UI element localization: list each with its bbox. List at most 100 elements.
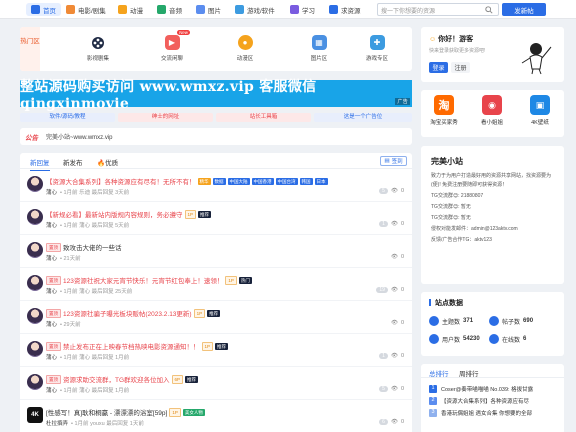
thread-title[interactable]: 123资源社祝大家元宵节快乐！元宵节红包奉上！速领！ — [63, 275, 223, 285]
thread-row[interactable]: 【新规必看】最新站内版规内容规则，务必遵守 1P 推荐 蒲心 • 1月前 蒲心 最后回复… — [20, 204, 412, 235]
tab-rank-total[interactable]: 总排行 — [429, 368, 449, 378]
tab-new-post[interactable]: 新发布 — [63, 157, 83, 167]
thread-row[interactable]: 【资源大合集系列】各种资源应有尽有！无所不有！ 精华 数据 中国大陆 中国香港 中国台湾韩… — [20, 171, 412, 202]
nav-request[interactable]: 求资源 — [329, 3, 361, 16]
thread-last-user[interactable]: youxu — [90, 421, 106, 427]
thread-last-user[interactable]: 蒲心 — [79, 388, 92, 394]
zone-game[interactable]: ✚ 游戏专区 — [352, 35, 402, 62]
side-ad-girls[interactable]: ◉ 看小姐姐 — [477, 95, 507, 126]
tag-link-gentleman[interactable]: 绅士的网址 — [118, 113, 213, 122]
greeting-sub: 快来登录获取更多资源吧! — [429, 48, 486, 54]
new-post-button[interactable]: 发新帖 — [502, 3, 546, 16]
thread-author[interactable]: 蒲心 — [46, 256, 57, 262]
zone-chat[interactable]: New ▶ 交流闲聊 — [147, 30, 197, 62]
thread-stats: 5 👁 0 — [379, 188, 404, 194]
thread-last-user[interactable]: 蒲心 — [79, 223, 92, 229]
zone-picture[interactable]: ▦ 图片区 — [294, 35, 344, 62]
nav-games[interactable]: 游戏/软件 — [235, 3, 275, 16]
avatar[interactable] — [27, 341, 43, 357]
thread-title[interactable]: 资源求助交流群，TG群欢迎各位加入 — [63, 374, 170, 384]
thread-title-row[interactable]: 【新规必看】最新站内版规内容规则，务必遵守 1P 推荐 — [46, 209, 212, 219]
thread-author[interactable]: 蒲心 — [46, 355, 57, 361]
thread-author[interactable]: 蒲心 — [46, 289, 57, 295]
tag-link-tools[interactable]: 站长工具箱 — [216, 113, 311, 122]
thread-title-row[interactable]: 置顶 致攻击大佬的一些话 — [46, 242, 122, 252]
side-ad-taobao[interactable]: 淘 淘宝买家秀 — [429, 95, 459, 126]
register-button[interactable]: 注册 — [451, 62, 470, 73]
thread-title-row[interactable]: 置顶 资源求助交流群，TG群欢迎各位加入 6P 推荐 — [46, 374, 199, 384]
search-button[interactable] — [478, 3, 500, 16]
side-ads-card: 淘 淘宝买家秀 ◉ 看小姐姐 ▣ 4K壁纸 — [421, 90, 564, 137]
thread-badge: 推荐 — [198, 210, 212, 218]
thread-badge: 美女人物 — [182, 408, 205, 416]
nav-movies[interactable]: 电影/剧集 — [66, 3, 106, 16]
thread-title-row[interactable]: 置顶 禁止发布正在上映春节档热映电影资源通知！！ 1P 推荐 — [46, 341, 229, 351]
thread-author[interactable]: 蒲心 — [46, 388, 57, 394]
avatar[interactable] — [27, 242, 43, 258]
thread-row[interactable]: 置顶 致攻击大佬的一些话 蒲心 • 21天前 👁 0 — [20, 237, 412, 268]
ad-banner[interactable]: 整站源码购买访问 www.wmxz.vip 客服微信 qingxinmovie … — [20, 79, 412, 112]
thread-last-user[interactable]: 蒲心 — [79, 355, 92, 361]
thread-last-time: 最后回复 1天前 — [106, 421, 144, 427]
thread-row[interactable]: 4K [性感写！真]耿和桐赢 - 漂漂漂的浴室[59p] 1P 美女人物 杜拉撰弄 • 1… — [20, 402, 412, 432]
thread-author[interactable]: 蒲心 — [46, 223, 57, 229]
thread-last-time: 最后回复 3天前 — [91, 190, 130, 196]
thread-title[interactable]: 致攻击大佬的一些话 — [63, 242, 122, 252]
home-icon — [31, 5, 40, 14]
nav-home-label: 首页 — [43, 7, 56, 15]
nav-anime[interactable]: 动漫 — [118, 3, 143, 16]
about-card: 完美小站 致力于为用户打造最好用的资源共享网站，找资源要为(便)! 免费注册要随… — [421, 146, 564, 284]
side-ad-taobao-label: 淘宝买家秀 — [430, 120, 458, 126]
tag-link-ad[interactable]: 这是一个广告位 — [314, 113, 412, 122]
zone-anime[interactable]: ● 动漫区 — [220, 35, 270, 62]
thread-last-user[interactable]: 蒲心 — [79, 289, 92, 295]
thread-title[interactable]: 【新规必看】最新站内版规内容规则，务必遵守 — [46, 209, 183, 219]
thread-author[interactable]: 蒲心 — [46, 190, 57, 196]
tab-new-reply[interactable]: 新回复 — [30, 157, 50, 171]
rank-item[interactable]: 1 Coser@奏带喵喵喵 No.039: 格拔甘露 — [429, 385, 533, 393]
thread-title[interactable]: 禁止发布正在上映春节档热映电影资源通知！！ — [63, 341, 200, 351]
rank-item[interactable]: 3 香港玩偶姐姐 遇女合集 你想要的全部 — [429, 409, 532, 417]
nav-images-label: 图片 — [208, 7, 221, 15]
tag-link-software[interactable]: 软件/源码/教程 — [20, 113, 115, 122]
thread-title[interactable]: 123资源社骗子曝光板块贩帖(2023.2.13更新) — [63, 308, 192, 318]
rank-number: 1 — [429, 385, 437, 393]
signin-button[interactable]: ▤ 签到 — [380, 156, 407, 166]
thread-row[interactable]: 置顶 123资源社祝大家元宵节快乐！元宵节红包奉上！速领！ 1P 热门 蒲心 • 1月前 … — [20, 270, 412, 301]
nav-images[interactable]: 图片 — [196, 3, 221, 16]
rank-item[interactable]: 2 【资源大合集系列】各种资源应有尽 — [429, 397, 529, 405]
thread-title-row[interactable]: 置顶 123资源社骗子曝光板块贩帖(2023.2.13更新) 1P 推荐 — [46, 308, 221, 318]
thread-last-user[interactable]: 乐迪 — [79, 190, 92, 196]
thread-row[interactable]: 置顶 禁止发布正在上映春节档热映电影资源通知！！ 1P 推荐 蒲心 • 1月前 蒲心 最后… — [20, 336, 412, 367]
about-line: 反馈/广告合作TG：aktv123 — [431, 237, 492, 243]
nav-study[interactable]: 学习 — [290, 3, 315, 16]
thread-author[interactable]: 蒲心 — [46, 322, 57, 328]
thread-title-row[interactable]: [性感写！真]耿和桐赢 - 漂漂漂的浴室[59p] 1P 美女人物 — [46, 407, 205, 417]
avatar[interactable] — [27, 275, 43, 291]
notice-text[interactable]: 完美小站~www.wmxz.vip — [46, 132, 113, 141]
thread-row[interactable]: 置顶 123资源社骗子曝光板块贩帖(2023.2.13更新) 1P 推荐 蒲心 • 29天… — [20, 303, 412, 334]
login-button[interactable]: 登录 — [429, 62, 448, 73]
girl-icon: ◉ — [482, 95, 502, 115]
tab-quality[interactable]: 🔥优质 — [97, 157, 118, 167]
side-ad-wallpaper[interactable]: ▣ 4K壁纸 — [525, 95, 555, 126]
view-icon: 👁 — [390, 320, 398, 326]
avatar[interactable]: 4K — [27, 407, 43, 423]
nav-audio[interactable]: 音频 — [157, 3, 182, 16]
avatar[interactable] — [27, 209, 43, 225]
thread-title-row[interactable]: 置顶 123资源社祝大家元宵节快乐！元宵节红包奉上！速领！ 1P 热门 — [46, 275, 252, 285]
avatar[interactable] — [27, 176, 43, 192]
thread-title-row[interactable]: 【资源大合集系列】各种资源应有尽有！无所不有！ 精华 数据 中国大陆 中国香港 中国台湾韩… — [46, 176, 328, 186]
thread-author[interactable]: 杜拉撰弄 — [46, 421, 68, 427]
zone-chat-label: 交流闲聊 — [160, 56, 183, 62]
avatar[interactable] — [27, 374, 43, 390]
avatar[interactable] — [27, 308, 43, 324]
tab-rank-week[interactable]: 周排行 — [459, 368, 479, 378]
nav-home[interactable]: 首页 — [26, 3, 61, 16]
side-ad-girls-label: 看小姐姐 — [480, 120, 503, 126]
thread-title[interactable]: 【资源大合集系列】各种资源应有尽有！无所不有！ — [46, 176, 196, 186]
zone-film[interactable]: 影视剧集 — [73, 35, 123, 62]
thread-row[interactable]: 置顶 资源求助交流群，TG群欢迎各位加入 6P 推荐 蒲心 • 1月前 蒲心 最后回复 1… — [20, 369, 412, 400]
thread-badge: 置顶 — [46, 374, 61, 384]
thread-title[interactable]: [性感写！真]耿和桐赢 - 漂漂漂的浴室[59p] — [46, 407, 167, 417]
